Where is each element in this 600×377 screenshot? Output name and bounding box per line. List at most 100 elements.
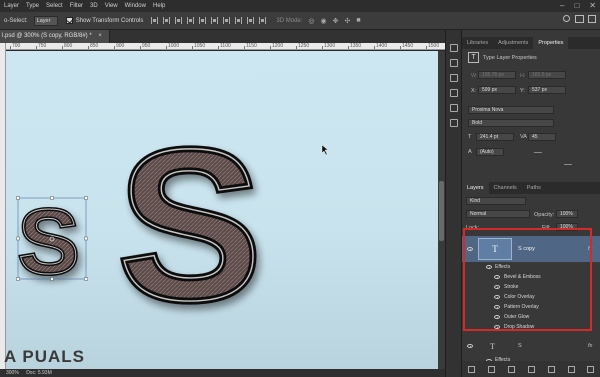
ruler-tick-label: 1350 <box>350 43 362 49</box>
small-s-letter: S S <box>16 189 81 295</box>
big-s-letter: S S <box>115 101 265 349</box>
tab-properties[interactable]: Properties <box>533 37 569 49</box>
swatches-icon[interactable] <box>450 59 458 67</box>
document-canvas[interactable]: S S S S <box>6 51 438 369</box>
tracking-field[interactable]: 45 <box>528 133 556 141</box>
slide-icon[interactable]: ✣ <box>345 17 351 25</box>
maximize-icon[interactable]: □ <box>574 1 579 10</box>
tracking-icon: VA <box>520 134 527 140</box>
pan-icon[interactable]: ✥ <box>333 17 339 25</box>
minimize-icon[interactable]: – <box>560 1 564 10</box>
menu-view[interactable]: View <box>105 3 118 9</box>
tab-layers[interactable]: Layers <box>462 182 489 194</box>
ruler-tick <box>114 46 115 49</box>
ruler-tick <box>322 46 323 49</box>
tab-adjustments[interactable]: Adjustments <box>493 37 533 49</box>
search-icon[interactable] <box>563 15 570 22</box>
align-center-icon[interactable] <box>163 17 171 24</box>
ruler-tick-label: 850 <box>90 43 99 49</box>
scale-icon[interactable]: ■ <box>356 17 360 25</box>
leading-icon: A <box>468 149 472 155</box>
tab-paths[interactable]: Paths <box>522 182 546 194</box>
document-tab[interactable]: l.psd @ 300% (S copy, RGB/8#) * × <box>0 30 110 43</box>
font-style-dropdown[interactable]: Bold <box>468 119 554 127</box>
ruler-tick <box>36 46 37 49</box>
opacity-label: Opacity: <box>534 212 555 218</box>
menu-type[interactable]: Type <box>26 3 39 9</box>
menu-window[interactable]: Window <box>125 3 146 9</box>
close-icon[interactable]: ✕ <box>589 1 596 10</box>
ruler-tick <box>140 46 141 49</box>
canvas-artwork: S S S S <box>16 101 329 349</box>
distribute-icon[interactable] <box>223 17 231 24</box>
menu-layer[interactable]: Layer <box>4 3 19 9</box>
align-middle-icon[interactable] <box>199 17 207 24</box>
align-right-icon[interactable] <box>175 17 183 24</box>
autoselect-dropdown[interactable]: Layer <box>33 15 58 26</box>
new-group-icon[interactable] <box>547 365 555 373</box>
paragraph-icon[interactable] <box>450 104 458 112</box>
scroll-thumb[interactable] <box>439 181 444 241</box>
add-style-icon[interactable] <box>488 365 496 373</box>
adjustment-layer-icon[interactable] <box>527 365 535 373</box>
leading-field[interactable]: (Auto) <box>476 148 504 156</box>
layer-thumbnail: T <box>490 342 495 351</box>
add-mask-icon[interactable] <box>508 365 516 373</box>
link-layers-icon[interactable] <box>468 365 476 373</box>
w-field[interactable]: 105.76 px <box>478 71 516 79</box>
menu-3d[interactable]: 3D <box>90 3 98 9</box>
type-layer-properties-title: Type Layer Properties <box>483 55 537 61</box>
ruler-tick <box>374 46 375 49</box>
zoom-status[interactable]: 300% <box>6 370 19 376</box>
menu-select[interactable]: Select <box>46 3 63 9</box>
horizontal-ruler: 700 750 800 850 900 950 1000 1050 1100 1150 1200 12… <box>6 43 445 50</box>
character-icon[interactable] <box>450 89 458 97</box>
properties-tabs: Libraries Adjustments Properties <box>462 37 600 49</box>
menu-filter[interactable]: Filter <box>70 3 83 9</box>
distribute-spacing-icon[interactable] <box>259 17 267 24</box>
menu-help[interactable]: Help <box>153 3 165 9</box>
ruler-tick-label: 1150 <box>246 43 257 49</box>
3d-tools: ◎ ◉ ✥ ✣ ■ <box>308 17 360 25</box>
ruler-tick-label: 1000 <box>168 43 180 49</box>
layer-name[interactable]: S <box>518 343 522 349</box>
transform-controls-checkbox[interactable] <box>65 17 73 24</box>
window-controls: – □ ✕ <box>560 1 596 10</box>
divider-left <box>534 152 542 153</box>
history-icon[interactable] <box>450 44 458 52</box>
distribute-h-icon[interactable] <box>235 17 243 24</box>
h-field[interactable]: 101.5 px <box>528 71 566 79</box>
kind-filter-dropdown[interactable]: Kind <box>466 197 526 205</box>
visibility-eye-icon[interactable] <box>467 344 473 348</box>
distribute-v-icon[interactable] <box>247 17 255 24</box>
y-field[interactable]: 537 px <box>528 86 566 94</box>
orbit-icon[interactable]: ◎ <box>308 17 314 25</box>
align-top-icon[interactable] <box>187 17 195 24</box>
close-tab-icon[interactable]: × <box>98 33 102 39</box>
x-field[interactable]: 599 px <box>478 86 516 94</box>
layer-row-s[interactable]: T S fx <box>462 335 600 357</box>
ruler-tick-label: 1100 <box>220 43 231 49</box>
panel-icon-strip <box>445 30 461 377</box>
highlight-box <box>463 228 592 331</box>
brushes-icon[interactable] <box>450 74 458 82</box>
new-layer-icon[interactable] <box>567 365 575 373</box>
blend-mode-dropdown[interactable]: Normal <box>466 210 530 218</box>
vertical-scrollbar[interactable] <box>438 51 445 369</box>
font-family-dropdown[interactable]: Proxima Nova <box>468 106 554 114</box>
w-label: W: <box>471 73 478 79</box>
font-size-field[interactable]: 241.4 pt <box>476 133 514 141</box>
tab-channels[interactable]: Channels <box>489 182 522 194</box>
trash-icon[interactable] <box>587 365 595 373</box>
glyphs-icon[interactable] <box>450 119 458 127</box>
align-bottom-icon[interactable] <box>211 17 219 24</box>
workspace-icon[interactable] <box>575 15 584 23</box>
fx-icon[interactable]: fx <box>588 343 592 349</box>
share-icon[interactable] <box>588 15 596 23</box>
divider-right <box>564 164 572 165</box>
roll-icon[interactable]: ◉ <box>321 17 327 25</box>
tab-libraries[interactable]: Libraries <box>462 37 493 49</box>
opacity-field[interactable]: 100% <box>556 210 578 218</box>
document-title: l.psd @ 300% (S copy, RGB/8#) * <box>2 33 92 39</box>
align-left-icon[interactable] <box>151 17 159 24</box>
